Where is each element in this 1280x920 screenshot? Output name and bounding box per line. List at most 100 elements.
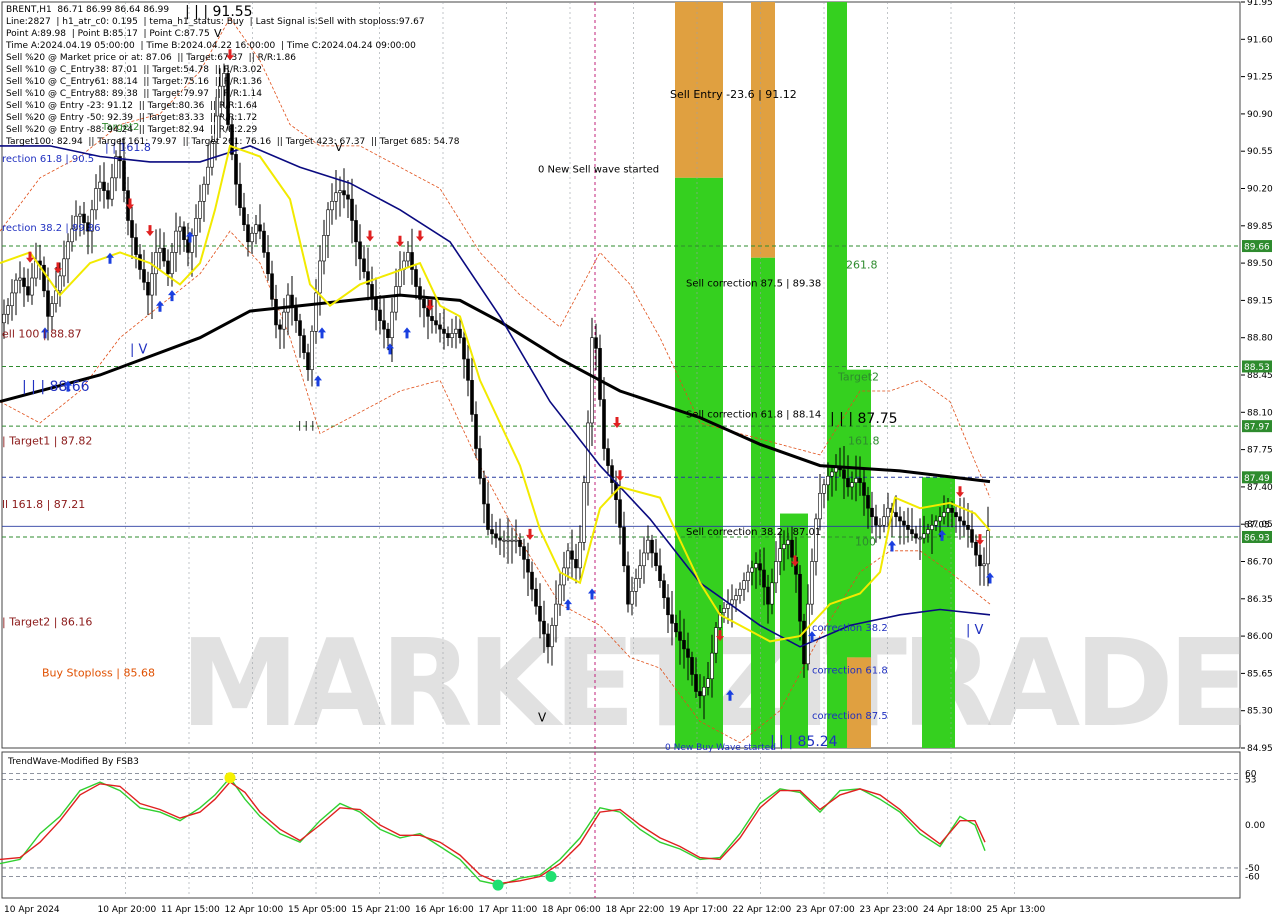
candle-body [238, 183, 242, 208]
y-tick-label: 87.40 [1247, 483, 1273, 493]
candle-body [170, 252, 174, 275]
candle-body [194, 218, 198, 236]
buy-arrow-icon [888, 540, 896, 552]
candle-body [594, 337, 598, 349]
candle-body [654, 552, 658, 567]
candle-body [518, 539, 522, 547]
candle-body [870, 507, 874, 518]
chart-annotation-label: 0 New Buy Wave started [665, 743, 776, 753]
buy-arrow-icon [168, 290, 176, 302]
candle-body [102, 181, 106, 191]
candle-body [746, 571, 750, 581]
candle-body [22, 277, 26, 287]
candle-body [958, 516, 962, 522]
candle-body [302, 335, 306, 353]
candle-body [166, 260, 170, 275]
candle-body [926, 529, 930, 535]
candle-body [930, 524, 934, 530]
candle-body [590, 337, 594, 424]
candle-body [502, 539, 506, 542]
candle-body [330, 200, 334, 211]
candle-body [526, 559, 530, 573]
candle-body [574, 559, 578, 569]
candle-body [254, 224, 258, 234]
candle-body [850, 482, 854, 488]
chart-info-header: BRENT,H1 86.71 86.99 86.64 86.99 Line:282… [6, 4, 459, 148]
sell-arrow-icon [416, 230, 424, 242]
candle-body [130, 220, 134, 238]
x-tick-label: 23 Apr 23:00 [860, 905, 919, 915]
candle-body [178, 226, 182, 232]
candle-body [774, 561, 778, 584]
y-tick-label: 90.90 [1247, 110, 1273, 120]
chart-annotation-label: ell 100 | 88.87 [2, 328, 82, 341]
y-tick-label: 87.75 [1247, 446, 1273, 456]
candle-body [666, 597, 670, 616]
candle-body [790, 539, 794, 558]
candle-body [262, 230, 266, 253]
y-tick-label: 90.20 [1247, 185, 1273, 195]
sell-arrow-icon [526, 528, 534, 540]
candle-body [154, 252, 158, 275]
candle-body [378, 309, 382, 321]
candle-body [806, 603, 810, 665]
candle-body [14, 279, 18, 294]
candle-body [698, 691, 702, 697]
candle-body [62, 258, 66, 277]
candle-body [798, 573, 802, 622]
y-tick-label: 90.55 [1247, 147, 1273, 157]
candle-body [390, 311, 394, 339]
candle-body [922, 533, 926, 539]
candle-body [550, 625, 554, 648]
candle-body [246, 224, 250, 243]
y-tick-label: 89.50 [1247, 259, 1273, 269]
chart-annotation-label: ll 161.8 | 87.21 [2, 498, 85, 511]
x-tick-label: 18 Apr 06:00 [542, 905, 601, 915]
chart-annotation-label: | | | 87.75 [830, 411, 898, 427]
candle-body [182, 226, 186, 240]
candle-body [970, 529, 974, 543]
candle-body [26, 286, 30, 296]
chart-annotation-label: | Target2 | 86.16 [2, 615, 92, 628]
candle-body [490, 529, 494, 535]
candle-body [626, 565, 630, 605]
candle-body [66, 241, 70, 260]
y-tick-label: 91.25 [1247, 73, 1273, 83]
candle-body [690, 657, 694, 675]
price-tag-label: 89.66 [1244, 243, 1270, 253]
chart-annotation-label: correction 87.5 [812, 711, 888, 722]
candle-body [134, 237, 138, 255]
green-zone-box [751, 257, 775, 748]
y-tick-label: 85.65 [1247, 669, 1273, 679]
candle-body [946, 507, 950, 513]
chart-annotation-label: 100 [855, 536, 876, 549]
x-tick-label: 17 Apr 11:00 [479, 905, 538, 915]
chart-annotation-label: Sell correction 61.8 | 88.14 [686, 410, 821, 421]
chart-window[interactable]: MARKETZITRADE10 Apr 202410 Apr 20:0011 A… [0, 0, 1280, 920]
candle-body [266, 252, 270, 275]
candle-body [326, 209, 330, 236]
candle-body [818, 492, 822, 520]
candle-body [814, 518, 818, 562]
chart-annotation-label: V [538, 710, 547, 724]
candle-body [974, 542, 978, 556]
y-tick-label: 85.30 [1247, 707, 1273, 717]
candle-body [866, 495, 870, 509]
candle-body [642, 552, 646, 567]
header-info-line: Sell %10 @ Entry -23: 91.12 || Target:80… [6, 101, 258, 111]
candle-body [346, 194, 350, 200]
header-info-line: Sell %10 @ C_Entry61: 88.14 || Target:75… [6, 77, 262, 87]
candle-body [914, 533, 918, 539]
sell-arrow-icon [54, 262, 62, 274]
candle-body [310, 331, 314, 370]
x-tick-label: 24 Apr 18:00 [923, 905, 982, 915]
candle-body [638, 565, 642, 579]
candle-body [458, 328, 462, 338]
candle-body [986, 530, 990, 565]
header-info-line: Line:2827 | h1_atr_c0: 0.195 | tema_h1_s… [6, 17, 425, 27]
candle-body [382, 320, 386, 330]
x-tick-label: 16 Apr 16:00 [415, 905, 474, 915]
candle-body [482, 478, 486, 505]
candle-body [582, 482, 586, 543]
candle-body [110, 177, 114, 200]
